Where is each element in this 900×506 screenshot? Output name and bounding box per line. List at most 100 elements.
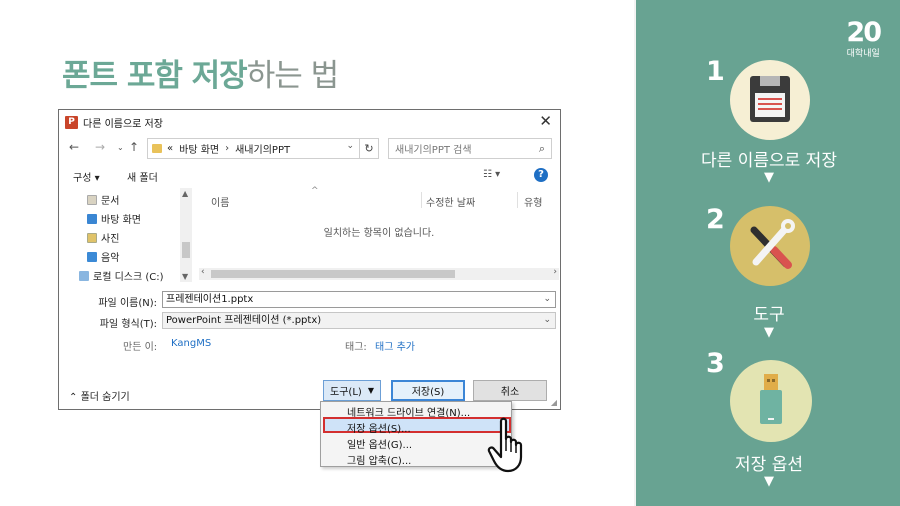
- tools-menu: 네트워크 드라이브 연결(N)... 저장 옵션(S)... 일반 옵션(G).…: [320, 401, 512, 467]
- hide-folders-label: 폴더 숨기기: [80, 392, 130, 403]
- save-button[interactable]: 저장(S): [391, 380, 465, 401]
- file-list-header: 이름 ^ 수정한 날짜 유형: [199, 186, 559, 210]
- search-placeholder: 새내기의PPT 검색: [395, 145, 472, 156]
- cancel-button-label: 취소: [500, 387, 520, 398]
- author-value[interactable]: KangMS: [171, 338, 211, 349]
- breadcrumb-folder[interactable]: 새내기의PPT: [235, 141, 290, 156]
- powerpoint-icon: P: [65, 115, 78, 129]
- folder-icon: [152, 144, 162, 153]
- menu-item-save-options[interactable]: 저장 옵션(S)...: [347, 420, 411, 435]
- filename-value: 프레젠테이션1.pptx: [166, 294, 254, 305]
- step-2-circle: [730, 206, 810, 286]
- tags-label: 태그:: [345, 342, 367, 353]
- slide-title-rest: 하는 법: [246, 58, 339, 94]
- step-3-label: 저장 옵션: [735, 455, 803, 475]
- step-2-label: 도구: [753, 305, 785, 325]
- column-date[interactable]: 수정한 날짜: [426, 194, 475, 209]
- search-input[interactable]: 새내기의PPT 검색 ⌕: [388, 138, 552, 159]
- disk-icon: [79, 270, 89, 281]
- step-number: 2: [706, 204, 725, 235]
- scrollbar-thumb[interactable]: [182, 242, 190, 258]
- logo-number: 20: [846, 17, 882, 48]
- list-scrollbar[interactable]: ‹ ›: [199, 267, 559, 280]
- floppy-disk-icon: [750, 76, 790, 122]
- tools-button[interactable]: 도구(L) ▼: [323, 380, 381, 401]
- tree-item-pictures[interactable]: 사진: [87, 230, 119, 245]
- arrow-down-icon: ▼: [764, 170, 774, 185]
- tree-item-label: 음악: [101, 253, 120, 264]
- steps-panel: 20 대학내일 1 다른 이름으로 저장 ▼ 2 도구 ▼ 3 저장 옵션 ▼: [634, 0, 900, 506]
- chevron-down-icon: ▼: [367, 386, 374, 395]
- chevron-down-icon[interactable]: ⌄: [543, 292, 551, 307]
- close-icon[interactable]: ✕: [539, 112, 552, 130]
- slide-title-accent: 폰트 포함 저장: [62, 58, 248, 94]
- tree-item-label: 로컬 디스크 (C:): [93, 272, 164, 282]
- tags-value[interactable]: 태그 추가: [375, 338, 415, 353]
- column-type[interactable]: 유형: [524, 194, 542, 209]
- organize-button[interactable]: 구성 ▾: [73, 169, 100, 184]
- save-button-label: 저장(S): [411, 387, 445, 398]
- menu-item-compress-pictures[interactable]: 그림 압축(C)...: [347, 452, 411, 467]
- author-label: 만든 이:: [123, 342, 158, 353]
- refresh-button[interactable]: ↻: [359, 138, 379, 159]
- menu-item-map-network-drive[interactable]: 네트워크 드라이브 연결(N)...: [347, 404, 470, 419]
- save-as-dialog: P 다른 이름으로 저장 ✕ ← → ⌄ ↑ « 바탕 화면 › 새내기의PPT…: [58, 109, 561, 410]
- dialog-titlebar: P 다른 이름으로 저장: [59, 110, 560, 134]
- menu-item-general-options[interactable]: 일반 옵션(G)...: [347, 436, 412, 451]
- hide-folders-toggle[interactable]: ⌃ 폴더 숨기기: [69, 388, 130, 403]
- new-folder-button[interactable]: 새 폴더: [127, 169, 158, 184]
- column-divider: [517, 192, 518, 208]
- view-options-icon[interactable]: ☷ ▾: [483, 169, 500, 180]
- dialog-title: 다른 이름으로 저장: [83, 118, 163, 130]
- scroll-down-icon[interactable]: ▼: [182, 272, 188, 281]
- chevron-down-icon[interactable]: ⌄: [543, 313, 551, 328]
- scroll-right-icon[interactable]: ›: [553, 267, 557, 277]
- filename-label: 파일 이름(N):: [98, 298, 157, 309]
- filename-input[interactable]: 프레젠테이션1.pptx ⌄: [162, 291, 556, 308]
- tree-item-desktop[interactable]: 바탕 화면: [87, 211, 141, 226]
- search-icon: ⌕: [538, 142, 545, 155]
- folder-tree: 문서 바탕 화면 사진 음악 로컬 디스크 (C:): [59, 188, 195, 282]
- step-number: 3: [706, 348, 725, 379]
- tree-item-label: 문서: [101, 196, 120, 207]
- step-3-circle: [730, 360, 812, 442]
- tree-item-music[interactable]: 음악: [87, 249, 119, 264]
- resize-grip-icon[interactable]: ◢: [551, 398, 557, 407]
- tree-item-label: 바탕 화면: [101, 215, 141, 226]
- back-arrow-icon[interactable]: ←: [69, 140, 79, 154]
- forward-arrow-icon[interactable]: →: [95, 140, 105, 154]
- up-arrow-icon[interactable]: ↑: [129, 140, 139, 154]
- scroll-left-icon[interactable]: ‹: [201, 267, 205, 277]
- tools-button-label: 도구(L): [330, 387, 362, 398]
- breadcrumb-desktop[interactable]: 바탕 화면: [179, 141, 219, 156]
- column-divider: [421, 192, 422, 208]
- column-name[interactable]: 이름: [211, 194, 229, 209]
- breadcrumb-separator-icon: ›: [225, 143, 230, 154]
- sort-up-icon: ^: [311, 186, 319, 196]
- arrow-down-icon: ▼: [764, 474, 774, 489]
- address-bar[interactable]: « 바탕 화면 › 새내기의PPT ⌄: [147, 138, 379, 159]
- cancel-button[interactable]: 취소: [473, 380, 547, 401]
- scrollbar-thumb[interactable]: [211, 270, 455, 278]
- pictures-icon: [87, 232, 97, 243]
- recent-chevron-icon[interactable]: ⌄: [117, 143, 124, 152]
- brand-logo: 20 대학내일: [846, 17, 882, 59]
- step-1-label: 다른 이름으로 저장: [701, 151, 837, 171]
- scroll-up-icon[interactable]: ▲: [182, 189, 188, 198]
- filetype-value: PowerPoint 프레젠테이션 (*.pptx): [166, 315, 322, 326]
- help-icon[interactable]: ?: [534, 168, 548, 182]
- logo-text: 대학내일: [846, 49, 880, 59]
- arrow-down-icon: ▼: [764, 325, 774, 340]
- address-dropdown-icon[interactable]: ⌄: [346, 141, 354, 151]
- usb-drive-icon: [760, 374, 782, 424]
- filetype-label: 파일 형식(T):: [99, 319, 157, 330]
- wrench-screwdriver-icon: [750, 219, 795, 269]
- tree-item-local-disk[interactable]: 로컬 디스크 (C:): [79, 268, 164, 282]
- empty-message: 일치하는 항목이 없습니다.: [323, 228, 435, 239]
- tree-scrollbar[interactable]: ▲ ▼: [180, 188, 192, 282]
- breadcrumb-overflow[interactable]: «: [167, 143, 173, 154]
- filetype-select[interactable]: PowerPoint 프레젠테이션 (*.pptx) ⌄: [162, 312, 556, 329]
- slide-title: 폰트 포함 저장하는 법: [62, 50, 339, 95]
- tree-item-documents[interactable]: 문서: [87, 192, 119, 207]
- navigation-row: ← → ⌄ ↑ « 바탕 화면 › 새내기의PPT ⌄ ↻ 새내기의PPT 검색…: [59, 138, 560, 160]
